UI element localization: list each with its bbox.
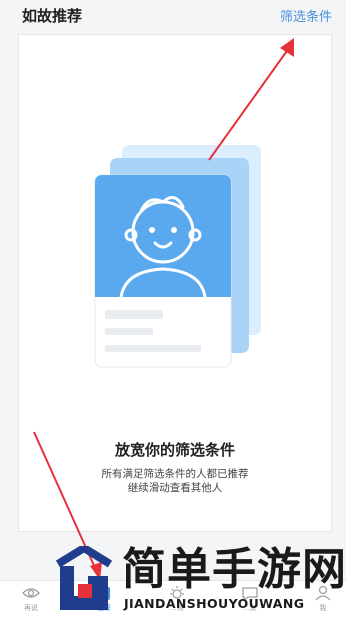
- watermark-cn: 简单手游网: [122, 544, 346, 595]
- eye-icon: [22, 588, 40, 598]
- tab-zaishuo[interactable]: 再说: [11, 585, 51, 613]
- watermark: 简单手游网 JIANDANSHOUYOUWANG: [54, 544, 346, 614]
- tab-label: 再说: [24, 604, 38, 612]
- red-arrow-icon: [208, 38, 294, 161]
- watermark-logo-icon: [55, 546, 113, 610]
- annotation-arrows: [33, 38, 294, 580]
- watermark-en: JIANDANSHOUYOUWANG: [124, 596, 305, 611]
